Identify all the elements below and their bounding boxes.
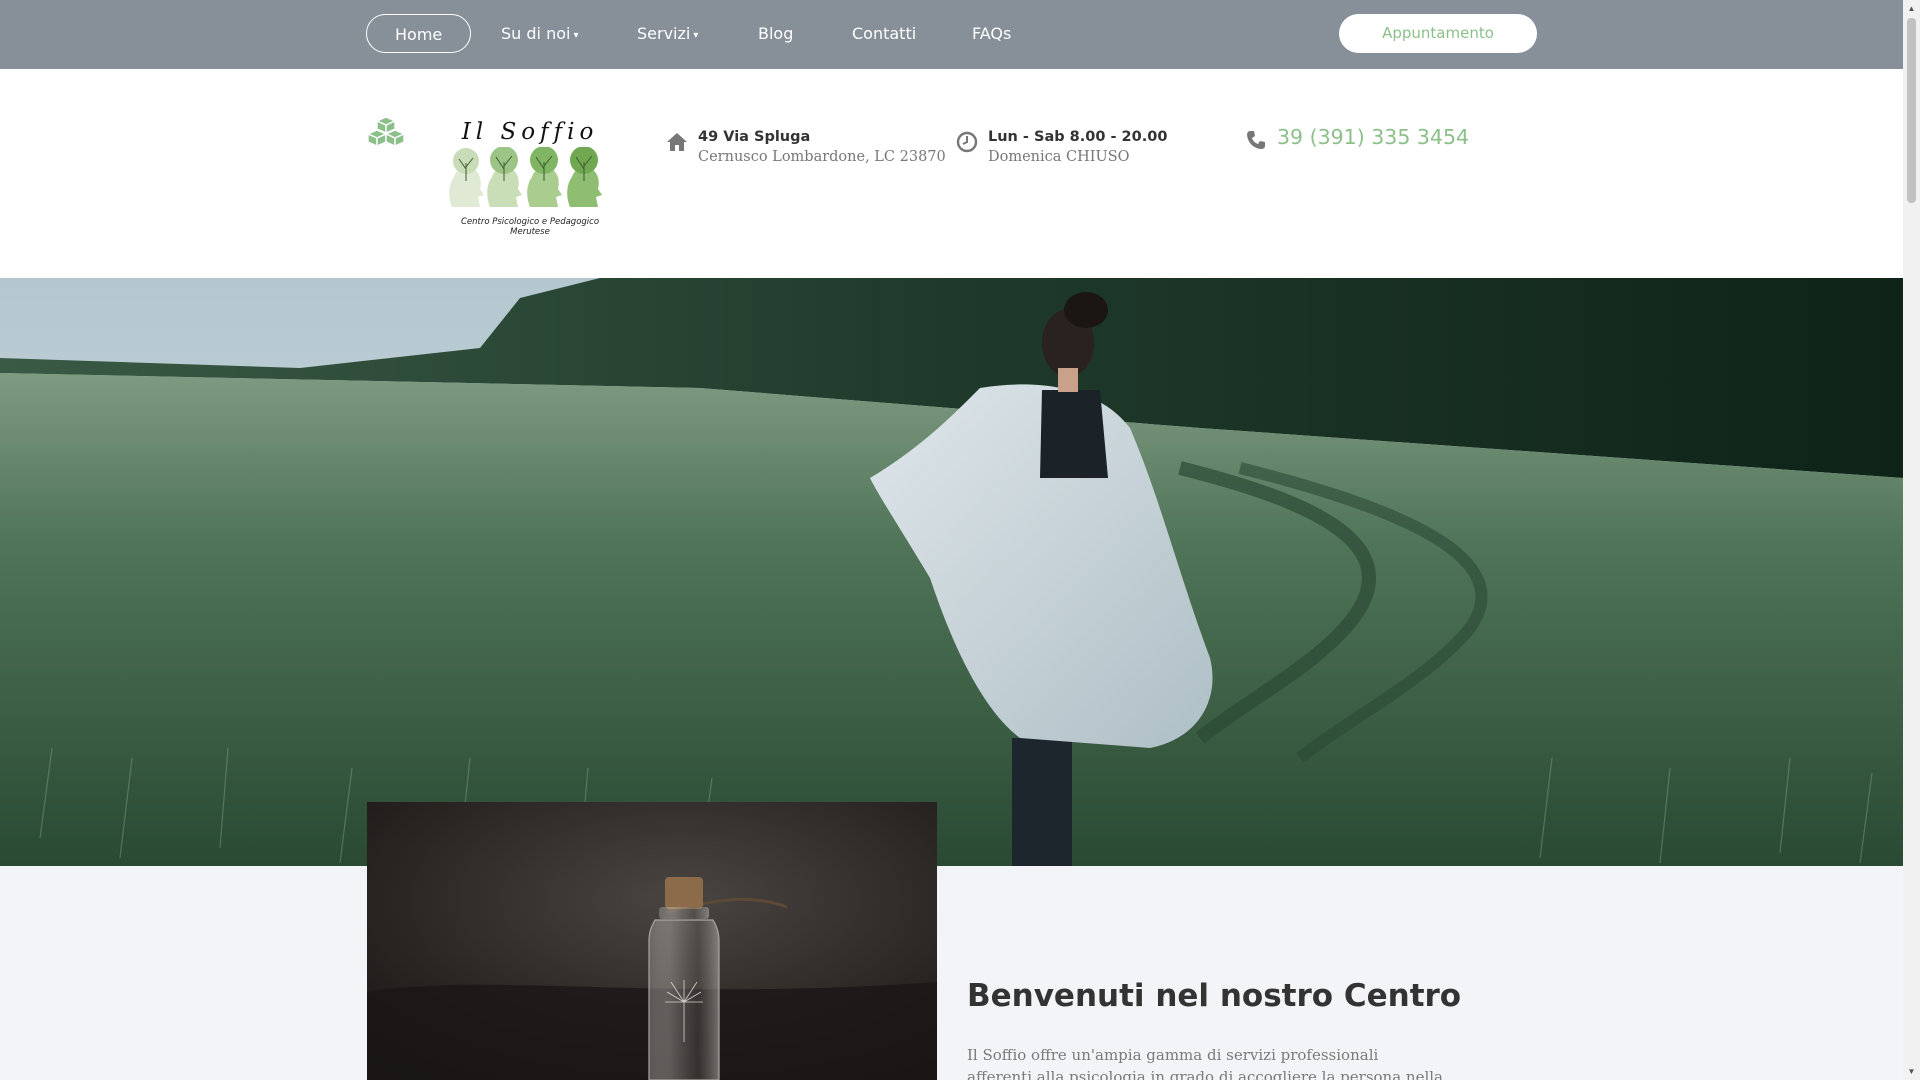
vertical-scrollbar[interactable]: ▲ ▼: [1903, 0, 1920, 1080]
scrollbar-thumb[interactable]: [1907, 18, 1916, 203]
nav-su-di-noi-label: Su di noi: [501, 24, 571, 43]
nav-contatti[interactable]: Contatti: [852, 14, 916, 53]
nav-blog-label: Blog: [758, 24, 794, 43]
hours-block: Lun - Sab 8.00 - 20.00 Domenica CHIUSO: [956, 129, 1186, 173]
cubes-icon: [367, 116, 405, 147]
address-street: 49 Via Spluga: [698, 129, 811, 145]
address-block: 49 Via Spluga Cernusco Lombardone, LC 23…: [666, 129, 946, 173]
clock-icon: [956, 131, 978, 153]
intro-paragraph: Il Soffio offre un'ampia gamma di serviz…: [967, 1046, 1444, 1080]
nav-blog[interactable]: Blog: [758, 14, 793, 53]
home-icon: [667, 133, 687, 151]
nav-su-di-noi[interactable]: Su di noi ▾: [501, 14, 578, 53]
nav-home[interactable]: Home: [366, 14, 472, 53]
site-header: Il Soffio Centro Psicologico e Pedagogic…: [0, 69, 1903, 278]
phone-number[interactable]: 39 (391) 335 3454: [1277, 125, 1469, 149]
site-logo[interactable]: Il Soffio Centro Psicologico e Pedagogic…: [440, 119, 620, 239]
nav-faqs[interactable]: FAQs: [972, 14, 1011, 53]
intro-title: Benvenuti nel nostro Centro: [967, 978, 1462, 1014]
hours-weekdays: Lun - Sab 8.00 - 20.00: [988, 129, 1168, 145]
logo-title: Il Soffio: [461, 119, 599, 145]
logo-subtitle: Centro Psicologico e Pedagogico Merutese: [460, 217, 600, 237]
phone-icon: [1247, 131, 1265, 149]
hours-sunday: Domenica CHIUSO: [988, 149, 1130, 165]
top-navbar: Home Su di noi ▾ Servizi ▾ Blog Contatti F…: [0, 0, 1903, 69]
scroll-down-arrow-icon[interactable]: ▼: [1903, 1063, 1920, 1080]
nav-faqs-label: FAQs: [972, 24, 1012, 43]
intro-section: [0, 866, 1903, 1080]
address-city: Cernusco Lombardone, LC 23870: [698, 149, 946, 165]
nav-servizi[interactable]: Servizi ▾: [637, 14, 698, 53]
nav-servizi-label: Servizi: [637, 24, 691, 43]
nav-contatti-label: Contatti: [852, 24, 917, 43]
caret-down-icon: ▾: [573, 30, 579, 41]
appointment-button[interactable]: Appuntamento: [1339, 14, 1537, 53]
hero-image: [0, 278, 1903, 866]
nav-home-label: Home: [395, 25, 443, 44]
scroll-up-arrow-icon[interactable]: ▲: [1903, 0, 1920, 17]
caret-down-icon: ▾: [693, 30, 699, 41]
bottle-photo: [367, 802, 937, 1080]
tree-heads-illustration: [449, 147, 602, 207]
